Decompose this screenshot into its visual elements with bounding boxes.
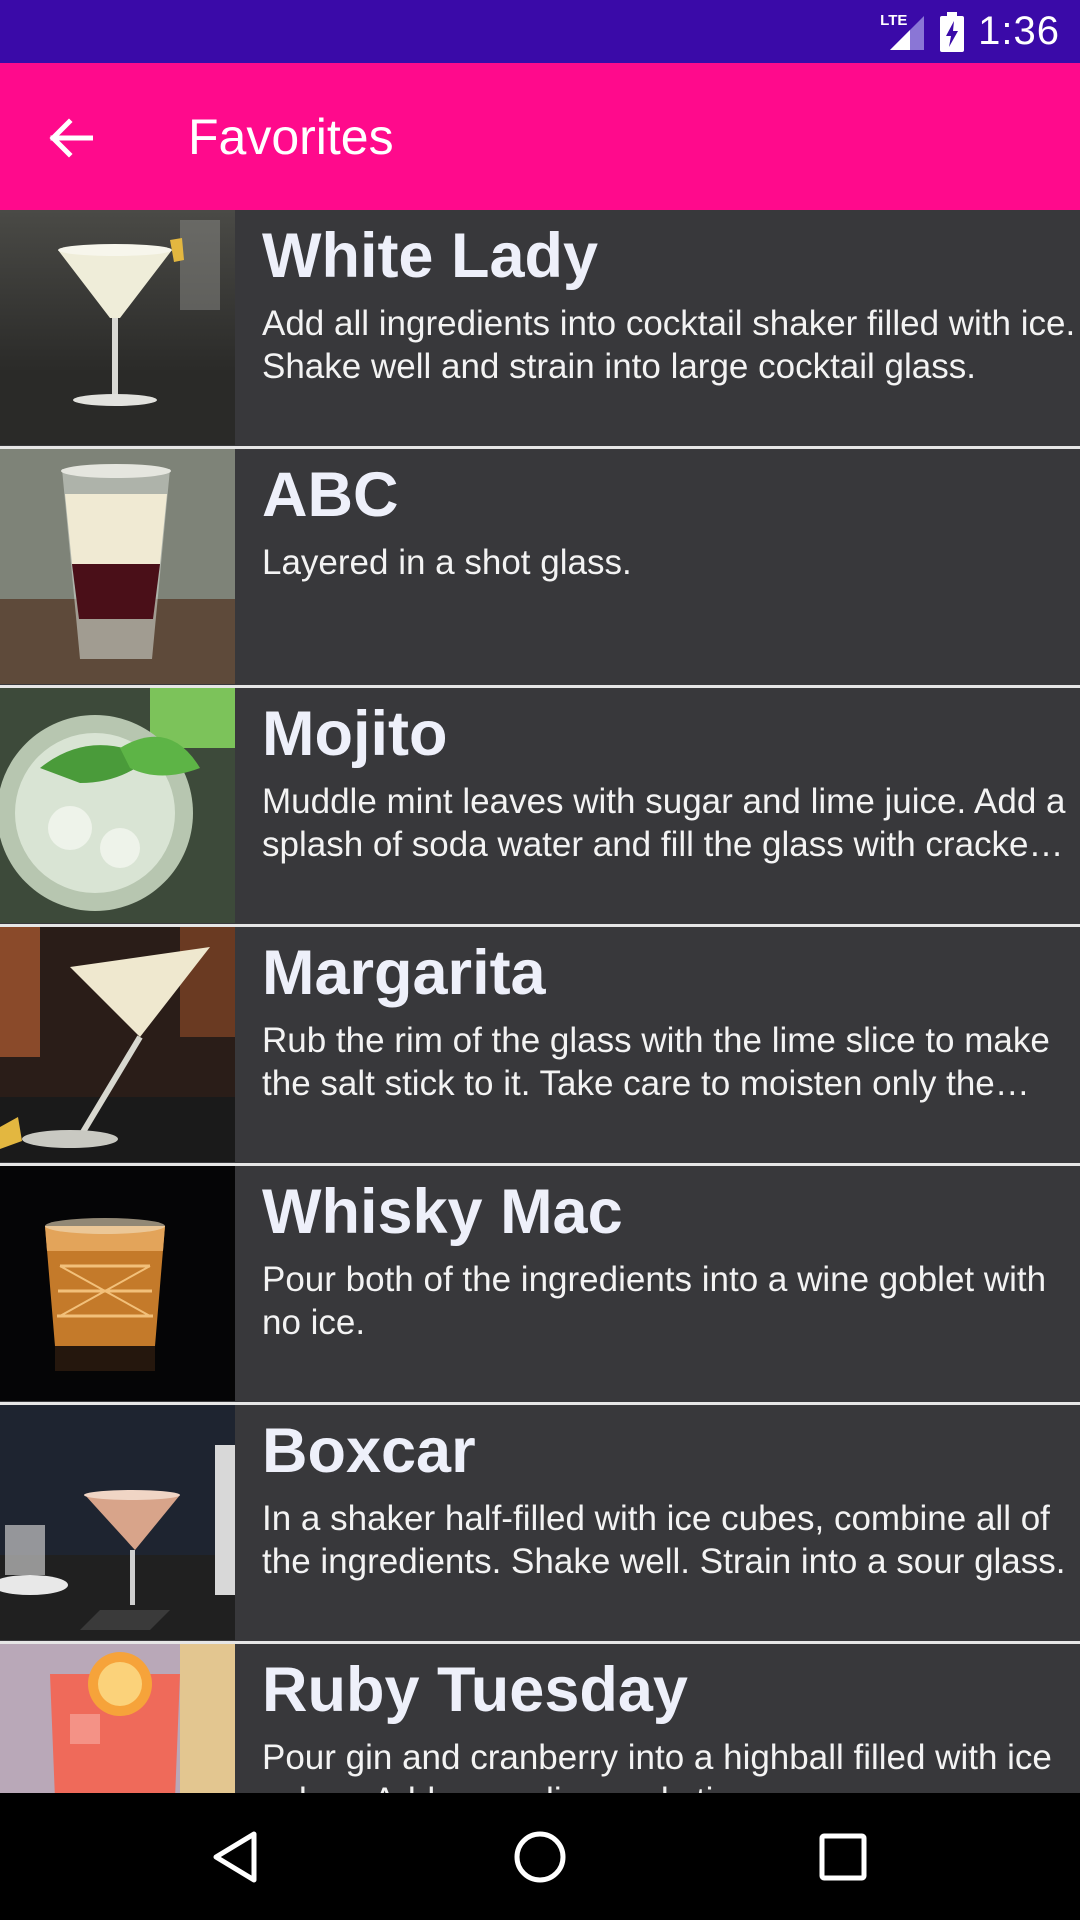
cocktail-thumbnail [0, 927, 235, 1162]
cocktail-description: Layered in a shot glass. [262, 543, 632, 582]
cocktail-description: Rub the rim of the glass with the lime s… [262, 1021, 1050, 1103]
back-button[interactable] [30, 103, 110, 173]
list-item-ruby-tuesday[interactable]: Ruby Tuesday Pour gin and cranberry into… [0, 1644, 1080, 1793]
cocktail-description: Add all ingredients into cocktail shaker… [262, 304, 1076, 386]
cocktail-description: In a shaker half-filled with ice cubes, … [262, 1499, 1066, 1581]
list-item-mojito[interactable]: Mojito Muddle mint leaves with sugar and… [0, 688, 1080, 927]
list-item-white-lady[interactable]: White Lady Add all ingredients into cock… [0, 210, 1080, 449]
nav-back-icon [213, 1831, 257, 1883]
nav-recents-button[interactable] [803, 1817, 883, 1897]
page-title: Favorites [188, 109, 394, 165]
cocktail-name: Boxcar [262, 1416, 476, 1486]
cocktail-thumbnail [0, 688, 235, 923]
cocktail-thumbnail [0, 1644, 235, 1793]
nav-back-button[interactable] [195, 1817, 275, 1897]
cocktail-name: Ruby Tuesday [262, 1655, 688, 1725]
cocktail-description: Pour gin and cranberry into a highball f… [262, 1738, 1052, 1793]
cocktail-name: White Lady [262, 221, 599, 291]
nav-recents-icon [819, 1833, 867, 1881]
nav-home-button[interactable] [500, 1817, 580, 1897]
cocktail-thumbnail [0, 449, 235, 684]
cocktail-thumbnail [0, 210, 235, 445]
status-bar: LTE 1:36 [0, 0, 1080, 63]
arrow-back-icon [49, 118, 93, 158]
cocktail-description: Muddle mint leaves with sugar and lime j… [262, 782, 1066, 864]
cocktail-thumbnail [0, 1405, 235, 1640]
status-time: 1:36 [978, 9, 1060, 53]
status-icons: LTE 1:36 [880, 0, 1060, 63]
battery-charging-icon [940, 11, 965, 52]
nav-home-icon [514, 1831, 566, 1883]
cocktail-description: Pour both of the ingredients into a wine… [262, 1260, 1047, 1342]
list-item-boxcar[interactable]: Boxcar In a shaker half-filled with ice … [0, 1405, 1080, 1644]
lte-signal-icon: LTE [880, 12, 926, 52]
navigation-bar [0, 1793, 1080, 1920]
list-item-whisky-mac[interactable]: Whisky Mac Pour both of the ingredients … [0, 1166, 1080, 1405]
list-item-margarita[interactable]: Margarita Rub the rim of the glass with … [0, 927, 1080, 1166]
cocktail-name: Whisky Mac [262, 1177, 623, 1247]
cocktail-name: Mojito [262, 699, 448, 769]
list-item-abc[interactable]: ABC Layered in a shot glass. [0, 449, 1080, 688]
cocktail-thumbnail [0, 1166, 235, 1401]
app-bar: Favorites [0, 63, 1080, 210]
cocktail-name: Margarita [262, 938, 546, 1008]
cocktail-name: ABC [262, 460, 399, 530]
favorites-list[interactable]: White Lady Add all ingredients into cock… [0, 210, 1080, 1793]
